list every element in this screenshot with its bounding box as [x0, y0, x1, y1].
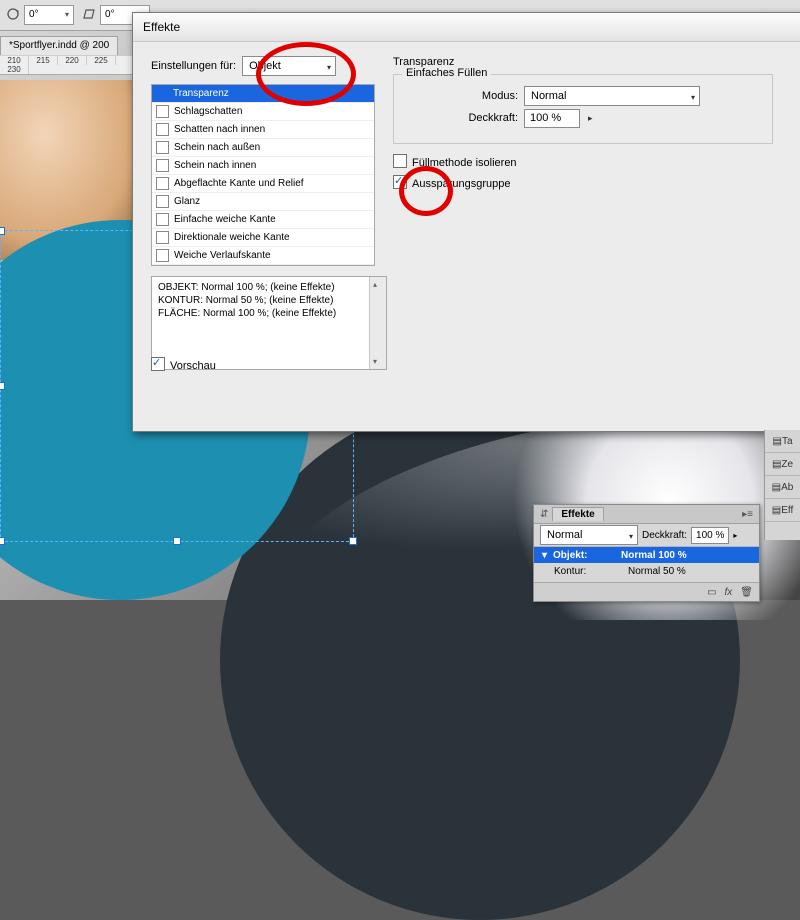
effects-panel-tab[interactable]: Effekte [552, 507, 603, 521]
panel-mode-dropdown[interactable]: Normal▾ [540, 525, 638, 545]
opacity-field[interactable]: 100 % [524, 109, 580, 128]
horizontal-ruler: 210215220225230 [0, 56, 140, 75]
effect-checkbox[interactable] [156, 195, 169, 208]
effect-checkbox[interactable] [156, 213, 169, 226]
simple-fill-group: Einfaches Füllen Modus: Normal▾ Deckkraf… [393, 74, 773, 144]
panel-opacity-label: Deckkraft: [642, 530, 687, 541]
effects-panel: ⇵ Effekte ▸≡ Normal▾ Deckkraft: 100 % ▸ … [533, 504, 760, 602]
effect-row-transparenz[interactable]: Transparenz [152, 85, 374, 103]
dock-button[interactable]: ▤ Ze [765, 453, 800, 476]
panel-menu-icon[interactable]: ▸≡ [742, 509, 753, 520]
panel-opacity-field[interactable]: 100 % [691, 527, 729, 544]
effect-row[interactable]: Schlagschatten [152, 103, 374, 121]
isolate-blend-row[interactable]: Füllmethode isolieren [393, 152, 773, 169]
effect-row[interactable]: Weiche Verlaufskante [152, 247, 374, 265]
mode-dropdown[interactable]: Normal▾ [524, 86, 700, 106]
effect-row[interactable]: Abgeflachte Kante und Relief [152, 175, 374, 193]
trash-icon[interactable]: 🗑 [740, 587, 753, 598]
document-tab[interactable]: *Sportflyer.indd @ 200 [0, 36, 118, 55]
clear-override-icon[interactable]: ▭ [707, 587, 716, 598]
preview-checkbox[interactable] [151, 357, 165, 371]
panel-row-objekt[interactable]: ▾Objekt:Normal 100 % [534, 547, 759, 563]
dock-button[interactable]: ▤ Ta [765, 430, 800, 453]
chevron-down-icon[interactable]: ▾ [629, 528, 633, 546]
effect-checkbox[interactable] [156, 177, 169, 190]
settings-for-dropdown[interactable]: Objekt▾ [242, 56, 336, 76]
shear-icon[interactable] [82, 7, 96, 21]
effect-row[interactable]: Glanz [152, 193, 374, 211]
isolate-checkbox[interactable] [393, 154, 407, 168]
opacity-slider-arrow[interactable]: ▸ [733, 531, 737, 540]
mode-label: Modus: [406, 90, 518, 102]
isolate-label: Füllmethode isolieren [412, 157, 517, 169]
effect-row[interactable]: Einfache weiche Kante [152, 211, 374, 229]
collapse-arrows-icon[interactable]: ⇵ [540, 509, 548, 520]
dock-button[interactable]: ▤ Ab [765, 476, 800, 499]
preview-label: Vorschau [170, 360, 216, 372]
effect-row[interactable]: Schein nach außen [152, 139, 374, 157]
group-legend: Einfaches Füllen [402, 67, 491, 79]
effect-checkbox[interactable] [156, 123, 169, 136]
effect-row[interactable]: Schatten nach innen [152, 121, 374, 139]
effects-dialog: Effekte Einstellungen für: Objekt▾ Trans… [132, 12, 800, 432]
rotation-field-1[interactable]: 0°▾ [24, 5, 74, 25]
fx-button[interactable]: fx [725, 587, 733, 598]
chevron-down-icon[interactable]: ▾ [327, 59, 331, 77]
knockout-group-row[interactable]: Aussparungsgruppe [393, 173, 773, 190]
dialog-title: Effekte [133, 13, 800, 42]
effect-row[interactable]: Schein nach innen [152, 157, 374, 175]
settings-for-label: Einstellungen für: [151, 60, 236, 72]
effect-row[interactable]: Direktionale weiche Kante [152, 229, 374, 247]
effect-checkbox[interactable] [156, 249, 169, 262]
dock-button[interactable]: ▤ Eff [765, 499, 800, 522]
chevron-down-icon[interactable]: ▾ [691, 89, 695, 107]
scrollbar[interactable] [369, 277, 386, 369]
effect-checkbox[interactable] [156, 105, 169, 118]
preview-row[interactable]: Vorschau [151, 355, 216, 372]
rotate-icon[interactable] [6, 7, 20, 21]
knockout-label: Aussparungsgruppe [412, 178, 510, 190]
panel-target-list[interactable]: ▾Objekt:Normal 100 % Kontur:Normal 50 % [534, 547, 759, 579]
panel-row-kontur[interactable]: Kontur:Normal 50 % [534, 563, 759, 579]
knockout-checkbox[interactable] [393, 175, 407, 189]
opacity-slider-arrow[interactable]: ▸ [588, 113, 593, 124]
effect-checkbox[interactable] [156, 231, 169, 244]
effect-checkbox[interactable] [156, 159, 169, 172]
effect-checkbox[interactable] [156, 141, 169, 154]
side-dock: ▤ Ta ▤ Ze ▤ Ab ▤ Eff [764, 430, 800, 540]
effects-list[interactable]: Transparenz Schlagschatten Schatten nach… [151, 84, 375, 266]
chevron-down-icon[interactable]: ▾ [65, 6, 69, 24]
opacity-label: Deckkraft: [406, 112, 518, 124]
